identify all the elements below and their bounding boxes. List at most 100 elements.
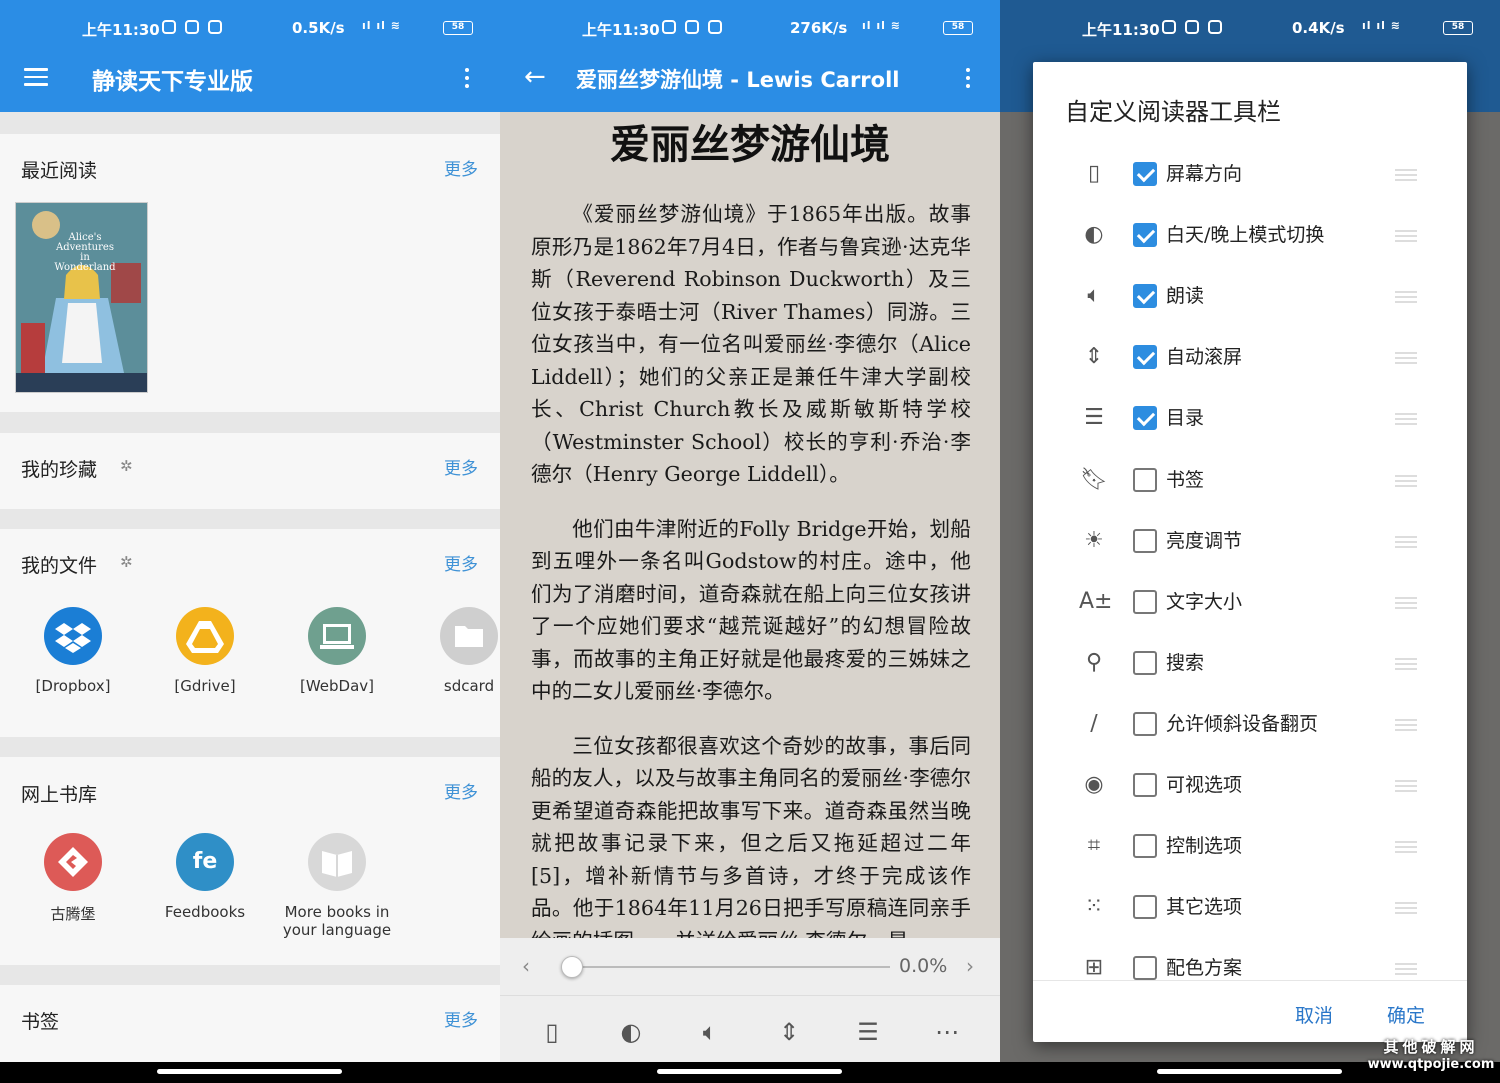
drag-handle-icon[interactable] — [1395, 963, 1417, 978]
option-checkbox[interactable] — [1133, 528, 1157, 553]
more-books-tile[interactable]: More books in your language — [277, 833, 397, 939]
hamburger-menu-icon[interactable] — [24, 68, 48, 86]
dropbox-icon — [44, 607, 102, 665]
option-checkbox[interactable] — [1133, 467, 1157, 492]
option-checkbox[interactable] — [1133, 773, 1157, 797]
toolbar-option-row[interactable]: ▯ 屏幕方向 — [1033, 144, 1467, 205]
ok-button[interactable]: 确定 — [1387, 1001, 1425, 1028]
auto-scroll-icon[interactable]: ⇕ — [771, 1014, 807, 1050]
book-cover-alice[interactable]: Alice's Adventures in Wonderland — [15, 202, 148, 393]
more-icon[interactable]: ⋯ — [929, 1014, 965, 1050]
recent-more-link[interactable]: 更多 — [444, 155, 478, 180]
signal-wifi-icon: ıl ıl ≋ — [362, 19, 401, 32]
option-checkbox[interactable] — [1133, 223, 1157, 248]
gear-icon[interactable]: ✲ — [120, 457, 133, 475]
toolbar-option-row[interactable]: ⊞ 配色方案 — [1033, 938, 1467, 980]
bookmarks-title: 书签 — [21, 1011, 60, 1033]
overflow-menu-icon[interactable] — [966, 68, 972, 92]
option-checkbox[interactable] — [1133, 895, 1157, 920]
gutenberg-tile[interactable]: 古腾堡 — [13, 833, 133, 924]
drag-handle-icon[interactable] — [1395, 291, 1417, 306]
my-files-more-link[interactable]: 更多 — [444, 550, 478, 575]
drag-handle-icon[interactable] — [1395, 718, 1417, 734]
drag-handle-icon[interactable] — [1395, 596, 1417, 612]
option-checkbox[interactable] — [1133, 406, 1157, 431]
online-library-title: 网上书库 — [21, 784, 98, 806]
option-checkbox[interactable] — [1133, 956, 1157, 980]
feedbooks-tile[interactable]: fe Feedbooks — [145, 833, 265, 921]
day-night-icon[interactable]: ◐ — [613, 1014, 649, 1050]
option-label: 允许倾斜设备翻页 — [1166, 712, 1319, 735]
sdcard-label: sdcard — [443, 677, 495, 695]
drag-handle-icon[interactable] — [1395, 169, 1417, 184]
option-label: 其它选项 — [1166, 896, 1243, 919]
toolbar-option-row[interactable]: ◐ 白天/晚上模式切换 — [1033, 205, 1467, 266]
toolbar-option-row[interactable]: ☀ 亮度调节 — [1033, 511, 1467, 572]
option-label: 配色方案 — [1166, 957, 1243, 980]
gear-icon[interactable]: ✲ — [120, 553, 133, 571]
favorites-card[interactable]: 我的珍藏 ✲ 更多 — [0, 433, 500, 509]
option-label: 搜索 — [1166, 651, 1205, 674]
bookmarks-more-link[interactable]: 更多 — [444, 1006, 478, 1031]
home-indicator[interactable] — [157, 1069, 342, 1074]
dropbox-tile[interactable]: [Dropbox] — [13, 607, 133, 695]
status-bar: 上午11:30 0.4K/s ıl ıl ≋ 58 — [1000, 0, 1500, 56]
toolbar-option-row[interactable]: ⌗ 控制选项 — [1033, 816, 1467, 877]
battery-icon: 58 — [1443, 21, 1473, 35]
toc-icon: ☰ — [1084, 405, 1104, 431]
option-label: 屏幕方向 — [1166, 163, 1243, 185]
option-checkbox[interactable] — [1133, 162, 1157, 186]
progress-slider[interactable] — [572, 966, 890, 968]
drag-handle-icon[interactable] — [1395, 413, 1417, 428]
speaker-icon[interactable]: 🔈︎ — [692, 1014, 728, 1050]
drag-handle-icon[interactable] — [1395, 230, 1417, 245]
network-speed: 0.4K/s — [1292, 19, 1345, 37]
progress-slider-thumb[interactable] — [561, 956, 583, 978]
day-night-icon: ◐ — [1084, 222, 1104, 248]
toc-icon[interactable]: ☰ — [850, 1014, 886, 1050]
toolbar-option-row[interactable]: 🔖︎ 书签 — [1033, 450, 1467, 511]
notification-icons — [662, 20, 722, 34]
gdrive-tile[interactable]: [Gdrive] — [145, 607, 265, 695]
reader-text[interactable]: 《爱丽丝梦游仙境》于1865年出版。故事原形乃是1862年7月4日，作者与鲁宾逊… — [531, 198, 971, 938]
option-checkbox[interactable] — [1133, 589, 1157, 614]
toolbar-option-row[interactable]: ◉ 可视选项 — [1033, 755, 1467, 816]
toolbar-option-row[interactable]: ☰ 目录 — [1033, 388, 1467, 449]
drag-handle-icon[interactable] — [1395, 841, 1417, 856]
drag-handle-icon[interactable] — [1395, 780, 1417, 795]
back-arrow-icon[interactable]: ← — [524, 62, 546, 92]
home-indicator[interactable] — [657, 1069, 842, 1074]
option-checkbox[interactable] — [1133, 345, 1157, 370]
toolbar-option-row[interactable]: ∕ 允许倾斜设备翻页 — [1033, 694, 1467, 755]
home-indicator[interactable] — [1157, 1069, 1342, 1074]
webdav-tile[interactable]: [WebDav] — [277, 607, 397, 695]
cancel-button[interactable]: 取消 — [1295, 1001, 1333, 1028]
toolbar-option-row[interactable]: ⇕ 自动滚屏 — [1033, 327, 1467, 388]
option-checkbox[interactable] — [1133, 834, 1157, 859]
option-checkbox[interactable] — [1133, 650, 1157, 675]
chevron-left-icon[interactable]: ‹ — [522, 954, 530, 978]
drag-handle-icon[interactable] — [1395, 902, 1417, 917]
drag-handle-icon[interactable] — [1395, 657, 1417, 673]
overflow-menu-icon[interactable] — [465, 68, 471, 92]
sdcard-tile[interactable]: sdcard — [409, 607, 500, 695]
drag-handle-icon[interactable] — [1395, 352, 1417, 367]
option-checkbox[interactable] — [1133, 284, 1157, 309]
toolbar-option-row[interactable]: ⁙ 其它选项 — [1033, 877, 1467, 938]
toolbar-option-row[interactable]: ⚲ 搜索 — [1033, 633, 1467, 694]
toolbar-options-list: ▯ 屏幕方向 ◐ 白天/晚上模式切换 🔈︎ 朗读 ⇕ 自动滚屏 ☰ 目录 🔖︎ 书签 ☀ 亮度调节 A± 文字… — [1033, 62, 1467, 980]
toolbar-option-row[interactable]: A± 文字大小 — [1033, 572, 1467, 633]
chevron-right-icon[interactable]: › — [966, 954, 974, 978]
drag-handle-icon[interactable] — [1395, 474, 1417, 490]
option-checkbox[interactable] — [1133, 711, 1157, 736]
toolbar-option-row[interactable]: 🔈︎ 朗读 — [1033, 266, 1467, 327]
online-library-more-link[interactable]: 更多 — [444, 778, 478, 803]
favorites-more-link[interactable]: 更多 — [444, 454, 478, 479]
screen-orientation-icon[interactable]: ▯ — [534, 1014, 570, 1050]
progress-percent: 0.0% — [899, 955, 948, 977]
reader-screen: 上午11:30 276K/s ıl ıl ≋ 58 ← 爱丽丝梦游仙境 - Le… — [500, 0, 1000, 1083]
status-bar: 上午11:30 0.5K/s ıl ıl ≋ 58 — [0, 0, 500, 56]
drag-handle-icon[interactable] — [1395, 535, 1417, 551]
bookmark-icon: 🔖︎ — [1080, 466, 1108, 492]
bookmarks-card[interactable]: 书签 更多 — [0, 985, 500, 1062]
